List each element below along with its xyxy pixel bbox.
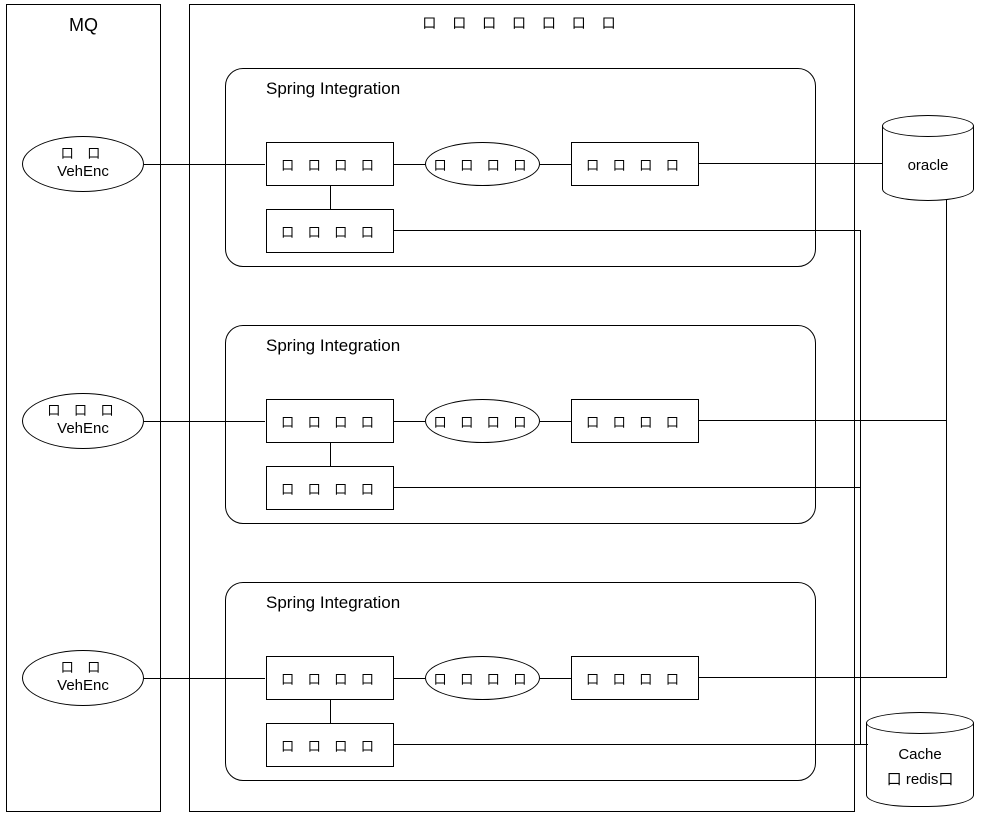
veh-3-bottom: VehEnc [23,677,143,694]
si-1-title: Spring Integration [266,79,400,99]
oracle-bus-v [946,200,947,678]
conn [394,164,425,165]
veh-ellipse-2: 口 口 口 VehEnc [22,393,144,449]
conn [330,186,331,209]
si-1-box-tr: 口 口 口 口 [571,142,699,186]
conn-si3-cache-h [393,744,860,745]
conn [330,443,331,466]
si-module-2: Spring Integration 口 口 口 口 口 口 口 口 口 口 口… [225,325,816,524]
conn [394,678,425,679]
mq-title: MQ [7,15,160,36]
conn-si2-oracle-h [698,420,946,421]
si-2-box-tl: 口 口 口 口 [266,399,394,443]
conn [540,164,571,165]
si-2-box-tr: 口 口 口 口 [571,399,699,443]
conn-si1-oracle [698,163,882,164]
service-title: 口 口 口 口 口 口 口 [190,13,854,33]
cache-bus-v [860,230,861,745]
cache-bus-tap [860,744,868,745]
si-3-ellipse: 口 口 口 口 [425,656,540,700]
conn [330,700,331,723]
cache-label-1: Cache [866,746,974,763]
si-3-box-tl: 口 口 口 口 [266,656,394,700]
si-module-1: Spring Integration 口 口 口 口 口 口 口 口 口 口 口… [225,68,816,267]
cache-label-2: 口 redis口 [866,768,974,789]
conn-veh1-si1 [144,164,265,165]
veh-2-top: 口 口 口 [23,400,143,419]
veh-2-bottom: VehEnc [23,420,143,437]
si-3-box-bl: 口 口 口 口 [266,723,394,767]
oracle-cylinder: oracle [882,115,974,201]
si-2-ellipse: 口 口 口 口 [425,399,540,443]
si-2-title: Spring Integration [266,336,400,356]
cache-cylinder: Cache 口 redis口 [866,712,974,807]
si-1-ellipse: 口 口 口 口 [425,142,540,186]
si-module-3: Spring Integration 口 口 口 口 口 口 口 口 口 口 口… [225,582,816,781]
si-3-title: Spring Integration [266,593,400,613]
oracle-label: oracle [882,157,974,174]
si-1-box-bl: 口 口 口 口 [266,209,394,253]
conn-veh3-si3 [144,678,265,679]
conn-si1-cache-h [393,230,860,231]
conn [540,678,571,679]
si-1-box-tl: 口 口 口 口 [266,142,394,186]
veh-1-bottom: VehEnc [23,163,143,180]
diagram-canvas: MQ 口 口 口 口 口 口 口 口 口 VehEnc 口 口 口 VehEnc… [0,0,1000,817]
conn [394,421,425,422]
veh-3-top: 口 口 [23,657,143,676]
veh-ellipse-3: 口 口 VehEnc [22,650,144,706]
conn [540,421,571,422]
conn-si2-cache-h [393,487,860,488]
conn-veh2-si2 [144,421,265,422]
veh-1-top: 口 口 [23,143,143,162]
si-2-box-bl: 口 口 口 口 [266,466,394,510]
si-3-box-tr: 口 口 口 口 [571,656,699,700]
conn-si3-oracle-h [698,677,946,678]
veh-ellipse-1: 口 口 VehEnc [22,136,144,192]
